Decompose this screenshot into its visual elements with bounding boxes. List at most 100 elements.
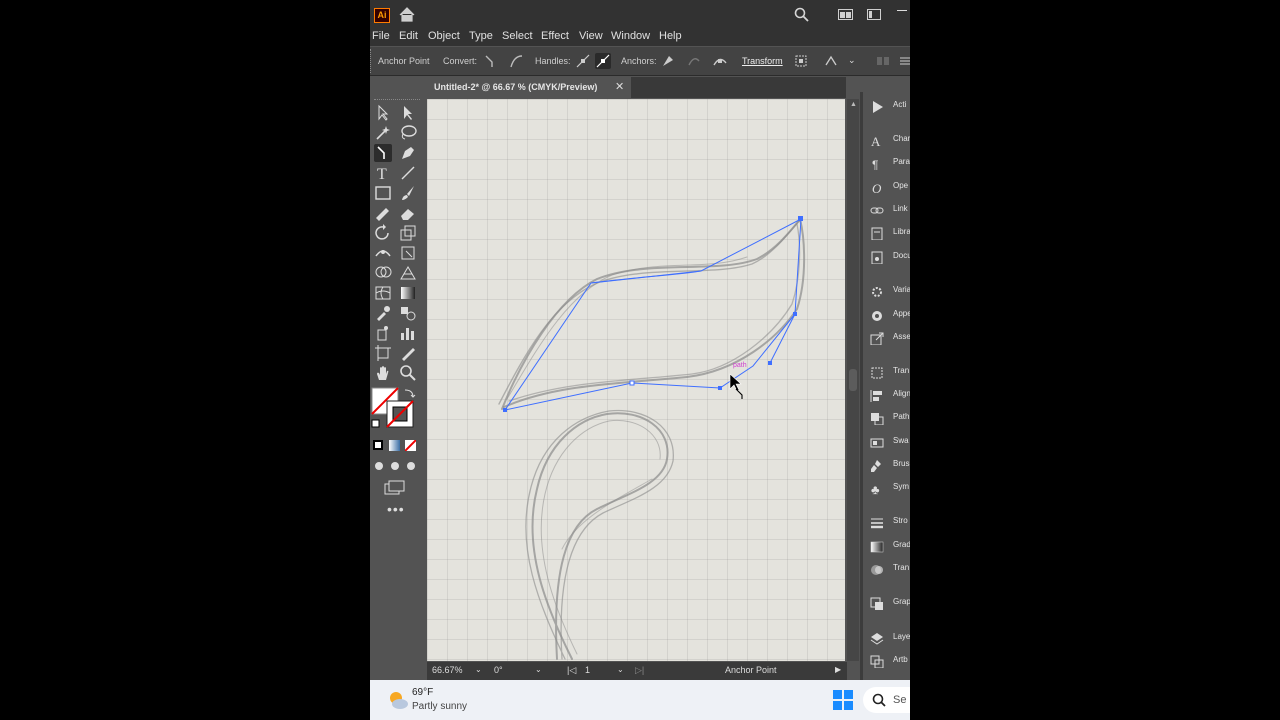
menu-view[interactable]: View [579,30,603,42]
panel-stroke[interactable]: Stro [860,513,910,531]
gradient-mode-icon[interactable] [389,440,400,451]
menu-select[interactable]: Select [502,30,533,42]
workspace-icon[interactable] [867,9,881,20]
panel-swatches[interactable]: Swa [860,433,910,451]
eyedropper-tool-icon[interactable] [374,304,392,322]
scroll-thumb[interactable] [849,369,857,391]
type-tool-icon[interactable]: T [374,164,392,182]
first-artboard-icon[interactable]: |◁ [567,665,576,676]
edit-toolbar-icon[interactable]: ••• [387,501,405,517]
panel-symbols[interactable]: ♣ Sym [860,479,910,497]
isolate-icon[interactable] [823,53,839,69]
artboard-canvas[interactable]: path [427,99,845,661]
control-bar-grip[interactable] [370,49,374,73]
remove-anchor-icon[interactable] [660,53,676,69]
panel-appearance[interactable]: Appe [860,306,910,324]
cut-path-icon[interactable] [712,53,728,69]
panel-document-info[interactable]: Docu [860,248,910,266]
gradient-tool-icon[interactable] [399,284,417,302]
artboard-chevron-icon[interactable]: ⌄ [617,665,624,674]
rectangle-tool-icon[interactable] [374,184,392,202]
transform-link[interactable]: Transform [742,56,783,66]
close-icon[interactable]: ✕ [615,80,624,93]
lasso-tool-icon[interactable] [399,124,417,142]
scale-tool-icon[interactable] [399,224,417,242]
panel-paragraph[interactable]: ¶ Para [860,154,910,172]
rotation-value[interactable]: 0° [494,665,503,675]
panel-opentype[interactable]: O Ope [860,178,910,196]
panel-graphic-styles[interactable]: Grap [860,594,910,612]
pen-tool-icon[interactable] [399,144,417,162]
free-transform-tool-icon[interactable] [399,244,417,262]
connect-anchors-icon[interactable] [686,53,702,69]
none-mode-icon[interactable] [405,440,416,451]
align-to-selection-icon[interactable] [793,53,809,69]
panel-links[interactable]: Link [860,201,910,219]
menu-file[interactable]: File [372,30,390,42]
weather-temperature[interactable]: 69°F [412,687,433,698]
line-segment-tool-icon[interactable] [399,164,417,182]
menu-help[interactable]: Help [659,30,682,42]
slice-tool-icon[interactable] [399,344,417,362]
toolbar-grip[interactable] [374,99,420,103]
arrange-documents-icon[interactable] [838,9,853,20]
magic-wand-tool-icon[interactable] [374,124,392,142]
taskbar-search-box[interactable]: Se [863,687,910,713]
panel-character[interactable]: A Char [860,131,910,149]
panel-variables[interactable]: Varia [860,282,910,300]
symbol-sprayer-tool-icon[interactable] [374,324,392,342]
convert-to-corner-icon[interactable] [483,53,499,69]
drawing-modes-icon[interactable] [373,460,418,472]
zoom-tool-icon[interactable] [399,364,417,382]
mesh-tool-icon[interactable] [374,284,392,302]
panel-transform[interactable]: Tran [860,363,910,381]
search-icon[interactable] [794,7,809,22]
panel-align[interactable]: Align [860,386,910,404]
chevron-down-icon[interactable]: ⌄ [848,55,856,66]
selection-tool-icon[interactable] [374,104,392,122]
next-artboard-icon[interactable]: ▷| [635,665,644,676]
status-menu-icon[interactable]: ▶ [835,665,841,674]
vertical-scrollbar[interactable]: ▲ [847,99,859,661]
hand-tool-icon[interactable] [374,364,392,382]
perspective-grid-tool-icon[interactable] [399,264,417,282]
eraser-tool-icon[interactable] [399,204,417,222]
panel-pathfinder[interactable]: Path [860,409,910,427]
scroll-up-icon[interactable]: ▲ [850,101,857,108]
panel-actions[interactable]: Acti [860,97,910,115]
paintbrush-tool-icon[interactable] [399,184,417,202]
panel-libraries[interactable]: Libra [860,224,910,242]
zoom-level[interactable]: 66.67% [432,665,463,675]
panel-menu-icon[interactable] [898,53,910,69]
shape-builder-tool-icon[interactable] [374,264,392,282]
convert-to-smooth-icon[interactable] [508,53,524,69]
menu-effect[interactable]: Effect [541,30,569,42]
artboard-number[interactable]: 1 [585,665,590,675]
artboard-tool-icon[interactable] [374,344,392,362]
windows-start-icon[interactable] [833,690,853,710]
panel-layers[interactable]: Laye [860,629,910,647]
show-handles-icon[interactable] [575,53,591,69]
shaper-tool-icon[interactable] [374,204,392,222]
menu-edit[interactable]: Edit [399,30,418,42]
panel-artboards[interactable]: Artb [860,652,910,670]
hide-handles-icon[interactable] [595,53,611,69]
partly-sunny-icon[interactable] [387,689,409,711]
direct-selection-tool-icon[interactable] [399,104,417,122]
panel-asset-export[interactable]: Asse [860,329,910,347]
rotate-tool-icon[interactable] [374,224,392,242]
panel-transparency[interactable]: Tran [860,560,910,578]
document-tab[interactable]: Untitled-2* @ 66.67 % (CMYK/Preview) ✕ [426,77,631,98]
panel-gradient[interactable]: Grad [860,537,910,555]
width-tool-icon[interactable] [374,244,392,262]
fill-stroke-swatches[interactable] [371,387,419,431]
more-options-icon[interactable] [875,53,891,69]
screen-mode-icon[interactable] [384,480,406,496]
panel-brushes[interactable]: Brus [860,456,910,474]
home-icon[interactable] [399,7,415,22]
color-mode-icon[interactable] [373,440,383,450]
menu-window[interactable]: Window [611,30,650,42]
weather-condition[interactable]: Partly sunny [412,701,467,712]
rotation-chevron-icon[interactable]: ⌄ [535,665,542,674]
menu-object[interactable]: Object [428,30,460,42]
